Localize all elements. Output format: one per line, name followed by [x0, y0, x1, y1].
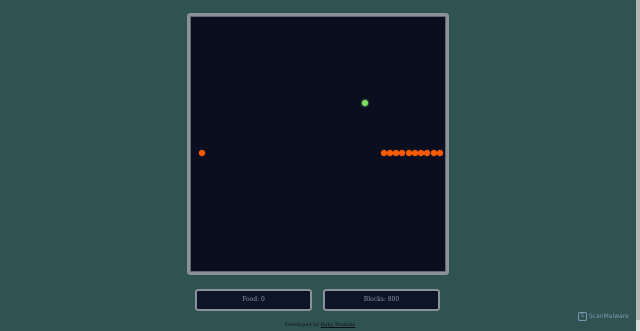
- author-link[interactable]: Baby Brahimi: [321, 322, 355, 328]
- food-pellet: [361, 100, 368, 107]
- snake-segment: [411, 150, 418, 157]
- credit-prefix: Developed by: [284, 322, 320, 328]
- snake-segment: [393, 150, 400, 157]
- developer-credit: Developed by Baby Brahimi: [0, 322, 640, 328]
- watermark-text: ScanMalware: [589, 313, 629, 320]
- blocks-counter-label: Blocks: 800: [363, 296, 400, 303]
- vertical-scrollbar[interactable]: [636, 0, 640, 331]
- game-board-frame: [187, 13, 449, 275]
- food-counter: Food: 0: [195, 289, 312, 311]
- snake-game-page: Food: 0 Blocks: 800 Developed by Baby Br…: [0, 0, 640, 331]
- snake-segment: [386, 150, 393, 157]
- snake-segment: [424, 150, 431, 157]
- snake-segment: [199, 150, 206, 157]
- snake-segment: [380, 150, 387, 157]
- snake-segment: [436, 150, 443, 157]
- scrollbar-thumb[interactable]: [636, 0, 640, 320]
- snake-segment: [430, 150, 437, 157]
- watermark: S ScanMalware: [578, 312, 629, 321]
- game-board[interactable]: [193, 19, 443, 269]
- snake-segment: [405, 150, 412, 157]
- blocks-counter: Blocks: 800: [323, 289, 440, 311]
- food-counter-label: Food: 0: [242, 296, 265, 303]
- snake-segment: [399, 150, 406, 157]
- scanmalware-logo-icon: S: [578, 312, 587, 321]
- snake-segment: [418, 150, 425, 157]
